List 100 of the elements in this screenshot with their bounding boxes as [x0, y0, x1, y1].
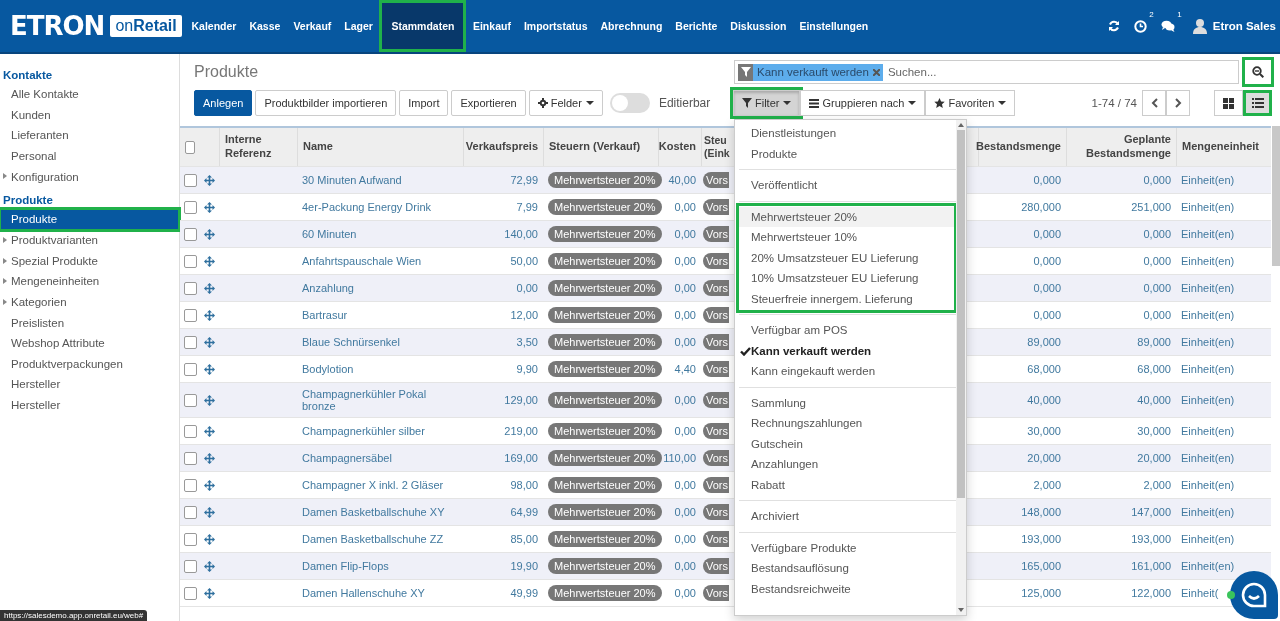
filter-option[interactable]: 10% Umsatzsteuer EU Lieferung — [739, 268, 954, 289]
row-checkbox[interactable] — [183, 451, 197, 465]
filter-option[interactable]: Sammlung — [739, 392, 956, 413]
toolbar-button[interactable]: Produktbilder importieren — [255, 90, 397, 116]
sidebar-item[interactable]: Hersteller — [0, 394, 179, 416]
row-checkbox[interactable] — [183, 227, 197, 241]
search-option-button[interactable]: Favoriten — [925, 90, 1016, 116]
filter-option[interactable]: 20% Umsatzsteuer EU Lieferung — [739, 247, 954, 268]
column-header[interactable]: Mengeneinheit — [1182, 140, 1259, 154]
row-checkbox[interactable] — [183, 478, 197, 492]
search-button[interactable] — [1242, 57, 1274, 87]
row-checkbox[interactable] — [183, 200, 197, 214]
row-checkbox[interactable] — [183, 586, 197, 600]
row-checkbox[interactable] — [183, 393, 197, 407]
sidebar-item[interactable]: Alle Kontakte — [0, 84, 179, 105]
menu-item[interactable]: Verkauf — [286, 0, 338, 52]
tax-tag: Vors — [703, 334, 729, 350]
row-checkbox[interactable] — [183, 505, 197, 519]
row-checkbox[interactable] — [183, 254, 197, 268]
product-name: Champagnerkühler Pokal bronze — [302, 388, 428, 412]
search-option-button[interactable]: Gruppieren nach — [800, 90, 926, 116]
menu-item[interactable]: Einstellungen — [792, 0, 875, 52]
sidebar-item[interactable]: Produktvarianten — [0, 229, 179, 251]
sidebar-item[interactable]: Spezial Produkte — [0, 250, 179, 272]
sidebar-item[interactable]: Produkte — [0, 208, 179, 230]
filter-option[interactable]: Mehrwertsteuer 20% — [739, 206, 954, 227]
sidebar-item[interactable]: Mengeneinheiten — [0, 271, 179, 292]
filter-option[interactable]: Steuerfreie innergem. Lieferung — [739, 288, 954, 309]
row-checkbox[interactable] — [183, 335, 197, 349]
systray-button[interactable] — [1107, 20, 1120, 32]
toggle-switch[interactable] — [609, 93, 650, 113]
next-button[interactable] — [1166, 90, 1190, 116]
sidebar-item[interactable]: Hersteller — [0, 374, 179, 395]
filter-option[interactable]: Kann eingekauft werden — [739, 361, 956, 382]
caret-icon — [585, 101, 594, 105]
filter-option[interactable]: Bestandsauflösung — [739, 558, 956, 579]
filter-option[interactable]: Kann verkauft werden — [739, 340, 956, 361]
row-checkbox[interactable] — [183, 308, 197, 322]
previous-button[interactable] — [1142, 90, 1166, 116]
select-all-checkbox[interactable] — [185, 140, 195, 154]
filter-option[interactable]: Rechnungszahlungen — [739, 413, 956, 434]
sidebar-item[interactable]: Kunden — [0, 104, 179, 126]
filter-option[interactable]: Veröffentlicht — [739, 175, 956, 196]
menu-item[interactable]: Diskussion — [723, 0, 793, 52]
column-header[interactable]: Steu (Eink — [704, 133, 734, 161]
sidebar-item[interactable]: Preislisten — [0, 312, 179, 333]
toolbar-button[interactable]: Exportieren — [451, 90, 526, 116]
filter-option[interactable]: Anzahlungen — [739, 454, 956, 475]
row-checkbox[interactable] — [183, 173, 197, 187]
sidebar-item[interactable]: Kategorien — [0, 291, 179, 313]
row-checkbox[interactable] — [183, 424, 197, 438]
filter-option[interactable]: Gutschein — [739, 433, 956, 454]
menu-item[interactable]: Abrechnung — [594, 0, 669, 52]
row-checkbox[interactable] — [183, 532, 197, 546]
filter-option[interactable]: Mehrwertsteuer 10% — [739, 227, 954, 248]
column-header[interactable]: Geplante Bestandsmenge — [1072, 133, 1171, 161]
toolbar-button[interactable]: Felder — [528, 90, 603, 116]
create-button[interactable]: Anlegen — [194, 90, 253, 116]
sidebar-item[interactable]: Konfiguration — [0, 166, 179, 187]
toolbar-button[interactable]: Import — [399, 90, 449, 116]
column-header[interactable]: Verkaufspreis — [465, 140, 538, 154]
row-checkbox[interactable] — [183, 559, 197, 573]
search-field[interactable]: Kann verkauft werden Suchen... — [734, 60, 1239, 84]
menu-item[interactable]: Stammdaten — [379, 0, 467, 52]
check-icon — [740, 346, 751, 356]
scrollbar[interactable] — [1272, 126, 1280, 266]
column-header[interactable]: Bestandsmenge — [976, 140, 1061, 154]
filter-option[interactable]: Verfügbare Produkte — [739, 537, 956, 558]
menu-item[interactable]: Kalender — [185, 0, 243, 52]
toggle-label: Editierbar — [658, 96, 711, 110]
menu-item[interactable]: Einkauf — [466, 0, 518, 52]
product-name: 30 Minuten Aufwand — [302, 174, 402, 186]
search-facet[interactable]: Kann verkauft werden — [738, 63, 883, 81]
menu-item[interactable]: Berichte — [668, 0, 724, 52]
filter-option[interactable]: Verfügbar am POS — [739, 320, 956, 341]
column-header[interactable]: Interne Referenz — [225, 133, 292, 161]
filter-option[interactable]: Archiviert — [739, 506, 956, 527]
row-checkbox[interactable] — [183, 281, 197, 295]
scrollbar[interactable] — [956, 120, 966, 615]
view-switch-button[interactable] — [1214, 90, 1243, 116]
sidebar-item[interactable]: Personal — [0, 145, 179, 167]
row-checkbox[interactable] — [183, 362, 197, 376]
column-header[interactable]: Kosten — [658, 140, 696, 154]
price-value: 140,00 — [504, 228, 538, 240]
filter-option[interactable]: Produkte — [739, 143, 956, 164]
filter-option[interactable]: Dienstleistungen — [739, 123, 956, 144]
filter-option[interactable]: Bestandsreichweite — [739, 578, 956, 599]
menu-item[interactable]: Kasse — [242, 0, 287, 52]
search-option-button[interactable]: Filter — [733, 90, 801, 116]
column-header[interactable]: Name — [303, 140, 333, 154]
column-header[interactable]: Steuern (Verkauf) — [549, 140, 641, 154]
sidebar-item[interactable]: Lieferanten — [0, 125, 179, 146]
view-switch-button[interactable] — [1243, 90, 1272, 116]
menu-item[interactable]: Importstatus — [517, 0, 594, 52]
sidebar-item[interactable]: Webshop Attribute — [0, 332, 179, 354]
sidebar-item[interactable]: Produktverpackungen — [0, 353, 179, 375]
filter-option[interactable]: Rabatt — [739, 474, 956, 495]
user-menu[interactable]: Etron Sales — [1192, 18, 1276, 34]
chat-widget-button[interactable] — [1230, 571, 1278, 619]
menu-item[interactable]: Lager — [337, 0, 380, 52]
